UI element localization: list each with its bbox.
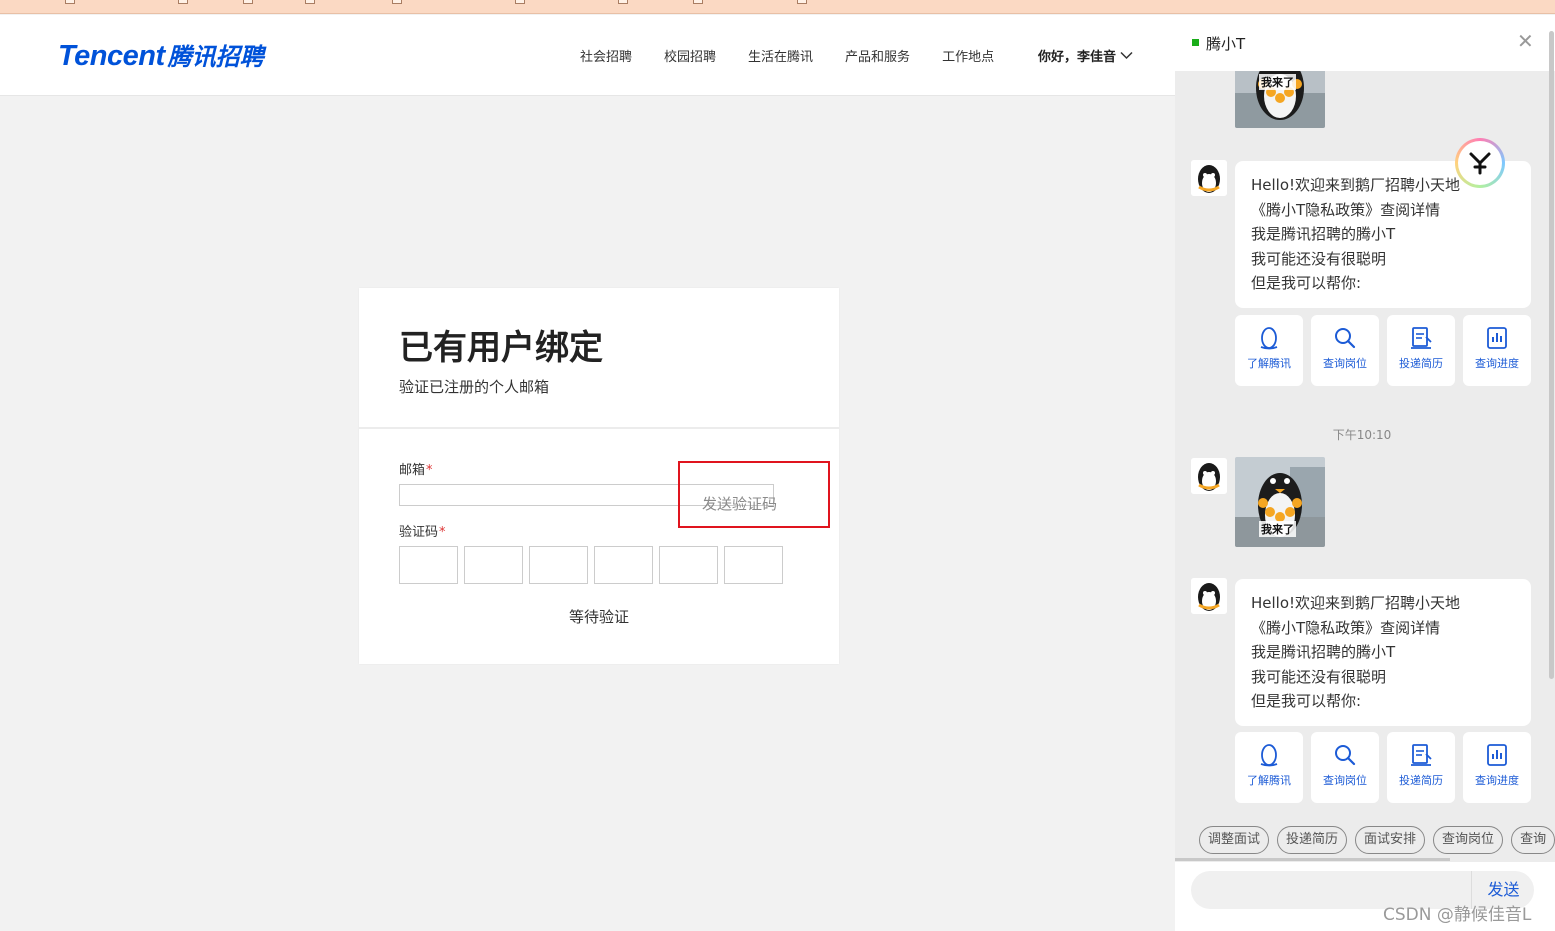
nav-item-campus-recruit[interactable]: 校园招聘: [664, 46, 716, 65]
quick-action-resume[interactable]: 投递简历: [1387, 732, 1455, 803]
chip-adjust-interview[interactable]: 调整面试: [1199, 826, 1270, 854]
message-line: 我是腾讯招聘的腾小T: [1251, 225, 1396, 243]
quick-action-resume[interactable]: 投递简历: [1387, 315, 1455, 386]
logo-text-en: Tencent: [58, 40, 165, 72]
page-title: 已有用户绑定: [399, 328, 603, 368]
nav-item-social-recruit[interactable]: 社会招聘: [580, 46, 632, 65]
bookmark-icon[interactable]: [618, 0, 628, 4]
sticker-image: 我来了: [1235, 457, 1325, 547]
privacy-policy-link[interactable]: 《腾小T隐私政策》查阅详情: [1251, 198, 1515, 223]
close-icon[interactable]: ✕: [1517, 31, 1534, 51]
penguin-icon: [1260, 327, 1278, 350]
chat-scrollbar[interactable]: [1549, 31, 1554, 679]
main-nav: 社会招聘 校园招聘 生活在腾讯 产品和服务 工作地点: [580, 46, 1026, 65]
bot-avatar: [1191, 458, 1227, 494]
logo-text-cn: 腾讯招聘: [167, 43, 264, 71]
quick-action-about[interactable]: 了解腾讯: [1235, 732, 1303, 803]
chat-header: 腾小T ✕: [1175, 15, 1555, 71]
bookmark-icon[interactable]: [65, 0, 75, 4]
sticker-caption: 我来了: [1259, 521, 1296, 537]
user-menu[interactable]: 你好，李佳音: [1038, 46, 1133, 65]
tencent-logo[interactable]: Tencent 腾讯招聘: [58, 37, 264, 73]
quick-action-jobs[interactable]: 查询岗位: [1311, 732, 1379, 803]
code-input-group: [399, 546, 789, 584]
progress-icon: [1487, 744, 1507, 766]
chat-timestamp: 下午10:10: [1332, 428, 1392, 442]
nav-item-products[interactable]: 产品和服务: [845, 46, 910, 65]
resume-icon: [1411, 327, 1432, 349]
message-line: 我是腾讯招聘的腾小T: [1251, 643, 1396, 661]
bookmark-icon[interactable]: [305, 0, 315, 4]
search-icon: [1335, 745, 1356, 766]
code-label: 验证码*: [399, 525, 446, 540]
chip-search-jobs[interactable]: 查询岗位: [1433, 826, 1504, 854]
code-digit-input[interactable]: [399, 546, 458, 584]
chips-scrollbar[interactable]: [1175, 858, 1450, 861]
bookmark-icon[interactable]: [243, 0, 253, 4]
progress-icon: [1487, 327, 1507, 349]
chip-interview-schedule[interactable]: 面试安排: [1355, 826, 1426, 854]
quick-actions: 了解腾讯 查询岗位 投递简历 查询进度: [1235, 315, 1539, 386]
bot-avatar: [1191, 578, 1227, 614]
bookmark-bar: [0, 0, 1555, 14]
bookmark-icon[interactable]: [693, 0, 703, 4]
message-line: Hello!欢迎来到鹅厂招聘小天地: [1251, 594, 1461, 612]
code-digit-input[interactable]: [594, 546, 653, 584]
watermark: CSDN @静候佳音L: [1383, 905, 1532, 925]
user-greeting: 你好，李佳音: [1038, 50, 1117, 65]
code-digit-input[interactable]: [724, 546, 783, 584]
annotation-highlight-box: [678, 461, 830, 528]
quick-action-jobs[interactable]: 查询岗位: [1311, 315, 1379, 386]
bookmark-icon[interactable]: [797, 0, 807, 4]
sticker-caption: 我来了: [1259, 74, 1296, 90]
privacy-policy-link[interactable]: 《腾小T隐私政策》查阅详情: [1251, 616, 1515, 641]
message-line: 我可能还没有很聪明: [1251, 249, 1387, 268]
chat-panel: 我来了 腾小T ✕ Hello!欢迎来到鹅厂招聘小天地 《腾小T隐私政策》查阅详…: [1175, 15, 1555, 931]
code-digit-input[interactable]: [529, 546, 588, 584]
bind-account-card: 已有用户绑定 验证已注册的个人邮箱 邮箱* 发送验证码 验证码* 等待验证: [359, 288, 839, 664]
chat-title: 腾小T: [1206, 35, 1246, 53]
page-subtitle: 验证已注册的个人邮箱: [399, 378, 550, 396]
quick-action-about[interactable]: 了解腾讯: [1235, 315, 1303, 386]
quick-action-progress[interactable]: 查询进度: [1463, 315, 1531, 386]
bot-avatar: [1191, 160, 1227, 196]
code-digit-input[interactable]: [464, 546, 523, 584]
bot-logo-icon[interactable]: [1455, 138, 1505, 188]
message-line: 我可能还没有很聪明: [1251, 667, 1387, 686]
site-header: Tencent 腾讯招聘 社会招聘 校园招聘 生活在腾讯 产品和服务 工作地点 …: [0, 15, 1175, 96]
message-line: 但是我可以帮你:: [1251, 692, 1362, 710]
chevron-down-icon: [1120, 51, 1133, 60]
bookmark-icon[interactable]: [392, 0, 402, 4]
nav-item-life-at-tencent[interactable]: 生活在腾讯: [748, 46, 813, 65]
chip-submit-resume[interactable]: 投递简历: [1277, 826, 1348, 854]
code-digit-input[interactable]: [659, 546, 718, 584]
bookmark-icon[interactable]: [515, 0, 525, 4]
nav-item-locations[interactable]: 工作地点: [942, 46, 994, 65]
chat-message-bubble: Hello!欢迎来到鹅厂招聘小天地 《腾小T隐私政策》查阅详情 我是腾讯招聘的腾…: [1235, 579, 1531, 726]
quick-action-progress[interactable]: 查询进度: [1463, 732, 1531, 803]
chip-query[interactable]: 查询: [1511, 826, 1555, 854]
quick-actions: 了解腾讯 查询岗位 投递简历 查询进度: [1235, 732, 1539, 803]
resume-icon: [1411, 744, 1432, 766]
suggestion-chips: 调整面试 投递简历 面试安排 查询岗位 查询: [1199, 826, 1555, 854]
penguin-icon: [1260, 744, 1278, 767]
bookmark-icon[interactable]: [178, 0, 188, 4]
online-status-icon: [1192, 39, 1199, 46]
message-line: 但是我可以帮你:: [1251, 274, 1362, 292]
divider: [359, 427, 839, 429]
search-icon: [1335, 328, 1356, 349]
email-label: 邮箱*: [399, 463, 433, 478]
submit-button[interactable]: 等待验证: [359, 606, 839, 627]
